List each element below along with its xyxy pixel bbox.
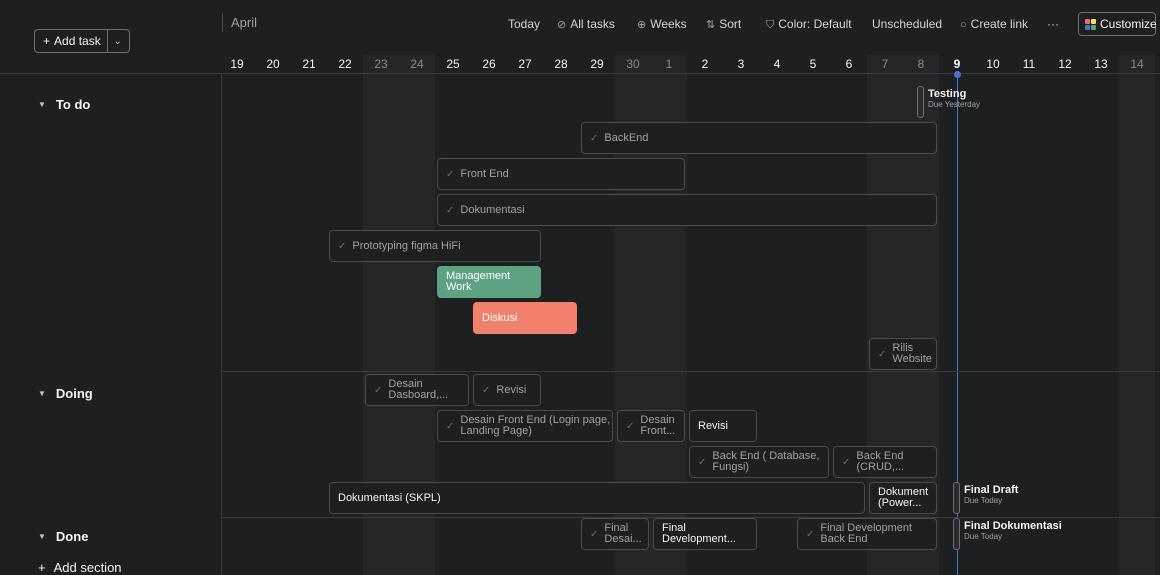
check-icon[interactable]: ✓: [446, 169, 454, 180]
color-button[interactable]: ⛉ Color: Default: [766, 12, 852, 36]
task-dokumentasi[interactable]: ✓ Dokumentasi: [437, 194, 937, 226]
day-header-cell: 7: [867, 55, 903, 73]
milestone-marker: [917, 86, 924, 118]
milestone-marker: [953, 482, 960, 514]
customize-button[interactable]: Customize: [1078, 12, 1157, 36]
task-backend[interactable]: ✓ BackEnd: [581, 122, 937, 154]
check-icon[interactable]: ✓: [446, 421, 454, 432]
check-icon[interactable]: ✓: [374, 385, 382, 396]
day-header-cell: 23: [363, 55, 399, 73]
task-final-dev-back-end[interactable]: ✓ Final Development Back End: [797, 518, 937, 550]
plus-icon: +: [43, 34, 51, 48]
task-desain-front-end[interactable]: ✓ Desain Front End (Login page, Landing P…: [437, 410, 613, 442]
check-circle-icon: ⊘: [557, 19, 567, 31]
section-done-header[interactable]: ▼ Done: [0, 529, 222, 544]
day-header-cell: 24: [399, 55, 435, 73]
collapse-triangle-icon[interactable]: ▼: [38, 100, 46, 109]
check-icon[interactable]: ✓: [698, 457, 706, 468]
check-icon[interactable]: ✓: [590, 133, 598, 144]
check-icon[interactable]: ✓: [338, 241, 346, 252]
collapse-triangle-icon[interactable]: ▼: [38, 389, 46, 398]
sort-button[interactable]: ⇅ Sort: [706, 12, 741, 36]
plus-icon: +: [38, 560, 46, 575]
section-todo-header[interactable]: ▼ To do: [0, 97, 222, 112]
task-desain-dasboard[interactable]: ✓ Desain Dasboard,...: [365, 374, 469, 406]
today-button[interactable]: Today: [508, 12, 540, 36]
day-header-cell: 13: [1094, 57, 1108, 71]
timeline-header: + Add task ⌄ April Today ⊘ All tasks ⊕ Week…: [0, 0, 1160, 74]
unscheduled-button[interactable]: Unscheduled: [872, 12, 942, 36]
toolbar: Today ⊘ All tasks ⊕ Weeks ⇅ Sort ⛉ Color: De…: [0, 12, 1160, 36]
sort-icon: ⇅: [706, 19, 716, 31]
milestone-marker: [953, 518, 960, 550]
task-revisi-2[interactable]: Revisi: [689, 410, 757, 442]
all-tasks-filter[interactable]: ⊘ All tasks: [557, 12, 615, 36]
day-header-cell: 3: [737, 57, 745, 71]
task-testing[interactable]: Testing Due Yesterday: [917, 86, 980, 118]
task-front-end[interactable]: ✓ Front End: [437, 158, 685, 190]
task-diskusi[interactable]: Diskusi: [473, 302, 577, 334]
task-final-desai[interactable]: ✓ Final Desai...: [581, 518, 649, 550]
day-header-cell: 30: [615, 55, 651, 73]
day-header-cell: 22: [338, 57, 352, 71]
check-icon[interactable]: ✓: [878, 349, 886, 360]
today-marker-dot: [954, 71, 961, 78]
day-header-cell: 11: [1022, 57, 1036, 71]
add-section-button[interactable]: + Add section: [38, 560, 122, 575]
task-desain-front-short[interactable]: ✓ Desain Front...: [617, 410, 685, 442]
day-header-cell: 10: [986, 57, 1000, 71]
day-header-cell: 8: [903, 55, 939, 73]
task-dokumentasi-skpl[interactable]: Dokumentasi (SKPL): [329, 482, 865, 514]
more-menu-button[interactable]: ···: [1047, 12, 1059, 36]
day-header-cell: 12: [1058, 57, 1072, 71]
customize-grid-icon: [1085, 18, 1096, 30]
day-header-cell: 21: [302, 57, 316, 71]
task-dokument-power[interactable]: Dokument (Power...: [869, 482, 937, 514]
task-prototyping[interactable]: ✓ Prototyping figma HiFi: [329, 230, 541, 262]
section-doing-header[interactable]: ▼ Doing: [0, 386, 222, 401]
task-final-draft[interactable]: Final Draft Due Today: [953, 482, 1018, 514]
weeks-zoom[interactable]: ⊕ Weeks: [637, 12, 687, 36]
day-header-cell: 14: [1119, 55, 1155, 73]
check-icon[interactable]: ✓: [806, 529, 814, 540]
day-header-cell: 4: [773, 57, 781, 71]
task-final-dokumentasi[interactable]: Final Dokumentasi Due Today: [953, 518, 1062, 550]
day-header-cell: 20: [266, 57, 280, 71]
day-header-cell: 28: [554, 57, 568, 71]
day-header-cell: 5: [809, 57, 817, 71]
task-revisi-1[interactable]: ✓ Revisi: [473, 374, 541, 406]
day-header-cell: 25: [446, 57, 460, 71]
link-icon: ○: [960, 19, 967, 31]
check-icon[interactable]: ✓: [842, 457, 850, 468]
chevron-down-icon[interactable]: ⌄: [108, 36, 128, 47]
day-header-cell: 26: [482, 57, 496, 71]
task-back-end-database[interactable]: ✓ Back End ( Database, Fungsi): [689, 446, 829, 478]
check-icon[interactable]: ✓: [590, 529, 598, 540]
palette-icon: ⛉: [766, 19, 775, 31]
sections-sidebar: ▼ To do ▼ Doing ▼ Done + Add section: [0, 0, 222, 575]
collapse-triangle-icon[interactable]: ▼: [38, 532, 46, 541]
timeline-app: + Add task ⌄ April Today ⊘ All tasks ⊕ Week…: [0, 0, 1160, 575]
task-back-end-crud[interactable]: ✓ Back End (CRUD,...: [833, 446, 937, 478]
check-icon[interactable]: ✓: [482, 385, 490, 396]
check-icon[interactable]: ✓: [446, 205, 454, 216]
create-link-button[interactable]: ○ Create link: [960, 12, 1028, 36]
day-header-cell: 19: [230, 57, 244, 71]
day-header-cell: 27: [518, 57, 532, 71]
day-header-cell: 1: [651, 55, 687, 73]
zoom-icon: ⊕: [637, 19, 647, 31]
day-header-cell: 6: [845, 57, 853, 71]
day-header-cell: 29: [590, 57, 604, 71]
weekend-column: [1119, 74, 1155, 575]
day-header-cell: 2: [701, 57, 709, 71]
task-rilis-website[interactable]: ✓ Rilis Website: [869, 338, 937, 370]
task-final-development[interactable]: Final Development...: [653, 518, 757, 550]
check-icon[interactable]: ✓: [626, 421, 634, 432]
task-management-work[interactable]: Management Work: [437, 266, 541, 298]
